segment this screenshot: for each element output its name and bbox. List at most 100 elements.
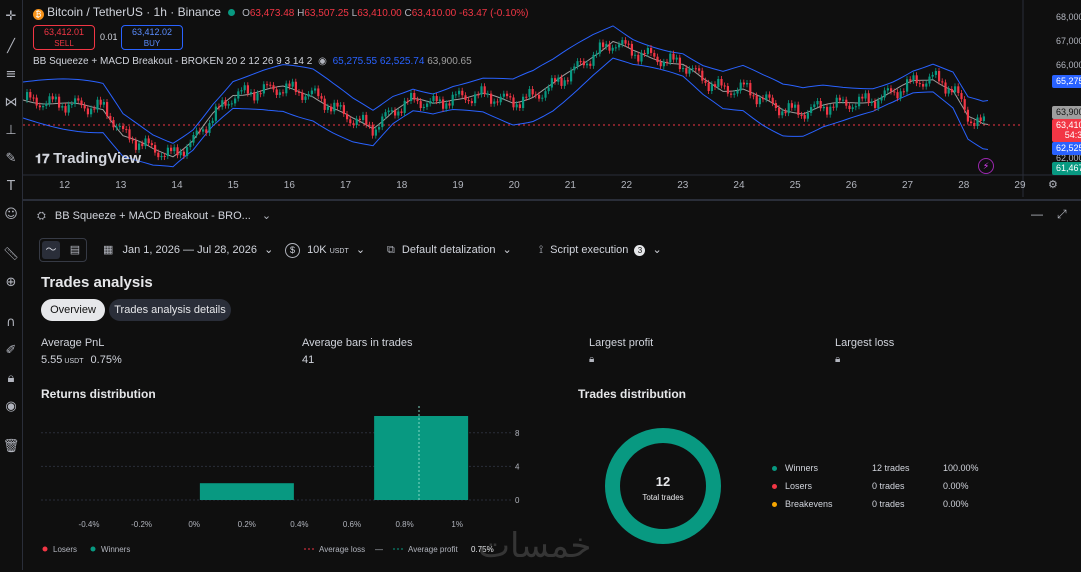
brush-icon[interactable]: ✎ (0, 148, 22, 170)
legend-dot-icon (772, 502, 777, 507)
candle-body (288, 83, 291, 87)
tab-trades-analysis-details[interactable]: Trades analysis details (109, 299, 231, 321)
buy-button[interactable]: 63,412.02 BUY (121, 25, 183, 50)
candle-body (630, 43, 633, 56)
candle-body (310, 90, 313, 95)
winners-bar (199, 483, 294, 500)
price-chart[interactable]: ₿ Bitcoin / TetherUS · 1h · Binance O63,… (23, 0, 1081, 197)
candle-body (973, 123, 976, 126)
candle-body (173, 147, 176, 152)
candle-body (262, 84, 265, 94)
crosshair-icon[interactable]: ✛ (0, 6, 22, 28)
chart-view-icon[interactable]: 〜 (42, 241, 60, 259)
candle-body (976, 117, 979, 126)
magnet-icon[interactable]: ∩ (0, 312, 22, 334)
candle-body (829, 106, 832, 115)
candle-body (317, 88, 320, 97)
trend-line-icon[interactable]: ╱ (0, 36, 22, 58)
date-range-selector[interactable]: ▦ Jan 1, 2026 — Jul 28, 2026 ⌄ (103, 243, 273, 256)
candle-body (749, 82, 752, 96)
candle-body (493, 101, 496, 104)
zoom-icon[interactable]: ⊕ (0, 272, 22, 294)
returns-distribution-title: Returns distribution (41, 387, 156, 401)
candle-body (902, 91, 905, 93)
text-icon[interactable]: T (0, 176, 22, 198)
eye-icon[interactable]: ◉ (0, 396, 22, 418)
candle-body (714, 84, 717, 87)
price-tick: 66,000.00 (1056, 60, 1081, 70)
candle-body (621, 40, 624, 45)
script-icon: ⟟ (539, 244, 544, 256)
maximize-icon[interactable]: ⤢ (1057, 207, 1067, 222)
candle-body (589, 63, 592, 66)
candle-body (659, 62, 662, 67)
x-tick-label: -0.2% (131, 520, 152, 529)
tab-overview[interactable]: Overview (41, 299, 105, 321)
candle-body (26, 92, 29, 100)
spread-value: 0.01 (100, 32, 118, 42)
candle-body (918, 83, 921, 85)
candle-body (624, 40, 627, 44)
candle-body (784, 111, 787, 114)
candle-body (896, 92, 899, 99)
forecast-icon[interactable]: ⊥ (0, 120, 22, 142)
candle-body (301, 92, 304, 100)
candle-body (397, 111, 400, 116)
candle-body (147, 138, 150, 144)
candle-body (947, 89, 950, 94)
lightning-icon[interactable]: ⚡︎ (978, 158, 994, 174)
metric-average-pnl-value: 5.55 USDT 0.75% (41, 354, 122, 366)
candle-body (563, 80, 566, 86)
script-execution-selector[interactable]: ⟟ Script execution 3 ⌄ (539, 243, 662, 257)
x-tick-label: 0% (188, 520, 200, 529)
candle-body (842, 99, 845, 101)
pattern-icon[interactable]: ⋈ (0, 92, 22, 114)
candle-body (602, 42, 605, 47)
price-tick: 68,000.00 (1056, 12, 1081, 22)
candle-body (787, 103, 790, 114)
candle-body (461, 90, 464, 96)
candle-body (253, 92, 256, 101)
candle-body (861, 96, 864, 99)
detalization-selector[interactable]: ⧉ Default detalization ⌄ (387, 243, 512, 257)
sell-button[interactable]: 63,412.01 SELL (33, 25, 95, 50)
candle-body (701, 70, 704, 81)
ruler-icon[interactable]: 📏︎ (0, 244, 22, 266)
emoji-icon[interactable]: ☺ (0, 204, 22, 226)
candle-body (496, 101, 499, 103)
candle-body (698, 68, 701, 71)
candle-body (765, 94, 768, 100)
trash-icon[interactable]: 🗑︎ (0, 436, 22, 458)
candle-body (790, 103, 793, 108)
candle-body (115, 126, 118, 128)
candle-body (858, 96, 861, 107)
lock-icon[interactable]: 🔒︎ (0, 368, 22, 390)
indicator-legend[interactable]: BB Squeeze + MACD Breakout - BROKEN 20 2… (33, 56, 472, 67)
candle-body (778, 107, 781, 116)
candle-body (912, 75, 915, 81)
lock-drawing-icon[interactable]: ✐ (0, 340, 22, 362)
legend-percent: 100.00% (943, 463, 979, 473)
legend-percent: 0.00% (943, 481, 969, 491)
legend-losers: Losers (53, 545, 77, 554)
minimize-icon[interactable]: — (1031, 207, 1043, 221)
candle-body (957, 86, 960, 94)
settings-gear-icon[interactable]: ⚙ (1048, 178, 1058, 191)
capital-selector[interactable]: $ 10K USDT ⌄ (285, 243, 365, 258)
view-toggle[interactable]: 〜 ▤ (39, 238, 87, 262)
indicator-eye-icon[interactable]: ◉ (318, 56, 327, 67)
candle-body (326, 106, 329, 110)
capital-unit: USDT (329, 248, 349, 255)
strategy-tab[interactable]: ⛭ BB Squeeze + MACD Breakout - BRO... ⌄ (37, 209, 271, 223)
table-view-icon[interactable]: ▤ (66, 241, 84, 259)
lock-icon[interactable]: 🔒︎ (589, 354, 594, 365)
candle-body (557, 77, 560, 82)
lock-icon[interactable]: 🔒︎ (835, 354, 840, 365)
date-range-label: Jan 1, 2026 — Jul 28, 2026 (122, 244, 258, 256)
symbol-title[interactable]: Bitcoin / TetherUS · 1h · Binance (47, 5, 221, 19)
candle-body (627, 43, 630, 45)
candle-body (963, 99, 966, 110)
candle-body (618, 44, 621, 48)
legend-average-profit: Average profit (408, 545, 458, 554)
fib-icon[interactable]: ≡ (0, 64, 22, 86)
